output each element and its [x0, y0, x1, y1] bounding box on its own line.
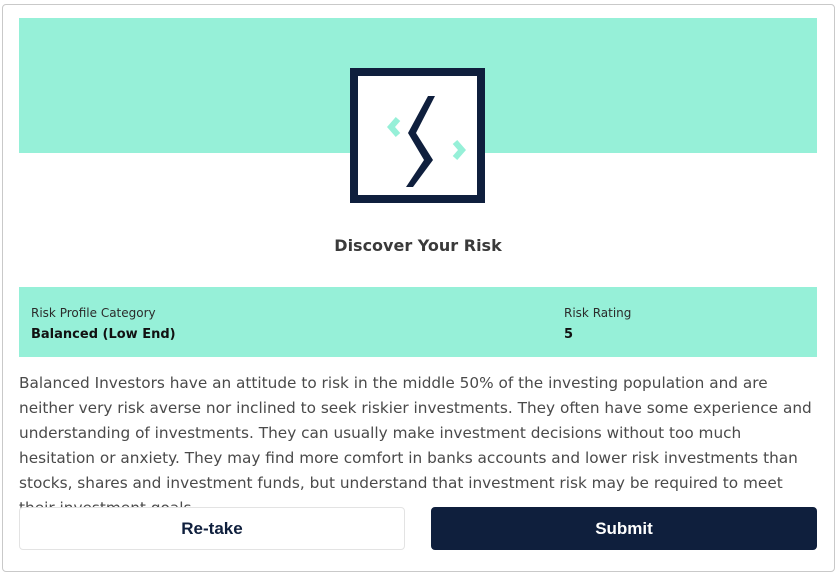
risk-category-value: Balanced (Low End) — [31, 327, 176, 342]
risk-profile-panel: Risk Profile Category Balanced (Low End)… — [19, 287, 817, 357]
risk-description: Balanced Investors have an attitude to r… — [19, 374, 812, 517]
retake-button[interactable]: Re-take — [19, 507, 405, 550]
risk-logo-icon — [350, 68, 485, 203]
logo-graphic — [387, 96, 466, 187]
risk-category-label: Risk Profile Category — [31, 306, 156, 320]
risk-rating-value: 5 — [564, 327, 574, 342]
submit-button[interactable]: Submit — [431, 507, 817, 550]
risk-rating-label: Risk Rating — [564, 306, 632, 320]
page-title: Discover Your Risk — [334, 236, 502, 255]
